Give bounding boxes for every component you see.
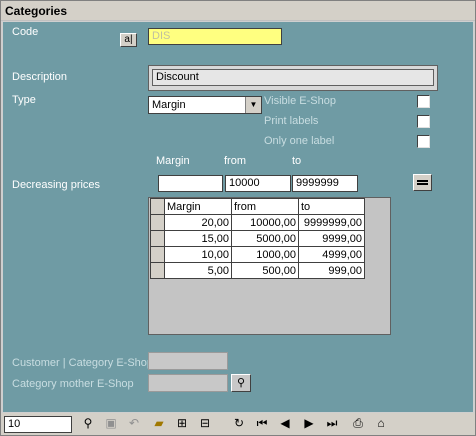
refresh-icon[interactable]: ↻ [228, 415, 250, 434]
cell-from[interactable]: 1000,00 [231, 246, 299, 263]
cell-from[interactable]: 10000,00 [231, 214, 299, 231]
previous-record-icon[interactable]: ◀ [274, 415, 296, 434]
form-panel: Code a| DIS FR NL EN SP IT DE PT Descrip… [3, 22, 473, 412]
print-icon[interactable]: ⎙ [347, 415, 369, 434]
description-field[interactable]: Discount [152, 69, 434, 86]
cell-to[interactable]: 4999,00 [298, 246, 365, 263]
binoculars-icon: ⚲ [236, 377, 246, 389]
last-record-icon[interactable]: ⏭ [321, 415, 343, 434]
visible-eshop-checkbox[interactable] [417, 95, 430, 108]
visible-eshop-label: Visible E-Shop [264, 95, 336, 107]
code-label: Code [12, 26, 39, 38]
type-label: Type [12, 94, 36, 106]
row-selector[interactable] [150, 246, 165, 263]
customer-category-label: Customer | Category E-Shop [12, 357, 154, 369]
cell-margin[interactable]: 15,00 [164, 230, 232, 247]
delete-record-icon[interactable]: ⊟ [194, 415, 216, 434]
column-header-from[interactable]: from [231, 198, 299, 215]
row-selector[interactable] [150, 230, 165, 247]
new-record-icon[interactable]: ⊞ [171, 415, 193, 434]
cell-to[interactable]: 9999999,00 [298, 214, 365, 231]
code-field[interactable]: DIS [148, 28, 282, 45]
price-table: Margin from to 20,00 10000,00 9999999,00… [150, 198, 365, 279]
row-selector[interactable] [150, 262, 165, 279]
cell-margin[interactable]: 10,00 [164, 246, 232, 263]
open-folder-icon[interactable]: ▰ [148, 415, 170, 434]
type-select[interactable]: Margin ▼ [148, 96, 262, 114]
only-one-label-checkbox[interactable] [417, 135, 430, 148]
new-margin-field[interactable] [158, 175, 223, 192]
save-icon[interactable]: ▣ [100, 415, 122, 434]
to-column-label: to [292, 155, 302, 167]
column-header-margin[interactable]: Margin [164, 198, 232, 215]
table-row[interactable]: 20,00 10000,00 9999999,00 [150, 214, 365, 231]
type-value: Margin [152, 99, 186, 111]
table-row[interactable]: 10,00 1000,00 4999,00 [150, 246, 365, 263]
new-from-field[interactable]: 10000 [225, 175, 291, 192]
cell-to[interactable]: 999,00 [298, 262, 365, 279]
price-grid: Margin from to 20,00 10000,00 9999999,00… [148, 197, 391, 335]
categories-window: Categories Code a| DIS FR NL EN SP IT DE… [0, 0, 476, 436]
decreasing-prices-label: Decreasing prices [12, 179, 101, 191]
chevron-down-icon[interactable]: ▼ [245, 97, 261, 113]
category-mother-search-button[interactable]: ⚲ [231, 374, 251, 392]
record-toolbar: 10 ⚲ ▣ ↶ ▰ ⊞ ⊟ ↻ ⏮ ◀ ▶ ⏭ ⎙ ⌂ [1, 413, 475, 435]
cell-from[interactable]: 500,00 [231, 262, 299, 279]
print-labels-checkbox[interactable] [417, 115, 430, 128]
cell-margin[interactable]: 5,00 [164, 262, 232, 279]
column-header-to[interactable]: to [298, 198, 365, 215]
margin-column-label: Margin [156, 155, 190, 167]
table-header-row: Margin from to [150, 198, 365, 215]
row-selector[interactable] [150, 214, 165, 231]
add-price-row-button[interactable] [413, 174, 432, 191]
first-record-icon[interactable]: ⏮ [251, 415, 273, 434]
undo-icon[interactable]: ↶ [123, 415, 145, 434]
description-box: Discount [148, 65, 438, 91]
only-one-label-label: Only one label [264, 135, 335, 147]
cell-from[interactable]: 5000,00 [231, 230, 299, 247]
cell-margin[interactable]: 20,00 [164, 214, 232, 231]
description-label: Description [12, 71, 68, 83]
print-labels-label: Print labels [264, 115, 319, 127]
new-to-field[interactable]: 9999999 [292, 175, 358, 192]
table-row[interactable]: 15,00 5000,00 9999,00 [150, 230, 365, 247]
row-selector [150, 198, 165, 215]
table-row[interactable]: 5,00 500,00 999,00 [150, 262, 365, 279]
next-record-icon[interactable]: ▶ [298, 415, 320, 434]
from-column-label: from [224, 155, 246, 167]
customer-category-field[interactable] [148, 352, 228, 370]
category-mother-label: Category mother E-Shop [12, 378, 134, 390]
record-number-field[interactable]: 10 [4, 416, 72, 433]
binoculars-icon[interactable]: ⚲ [77, 415, 99, 434]
cell-to[interactable]: 9999,00 [298, 230, 365, 247]
list-icon [417, 180, 428, 185]
category-mother-field[interactable] [148, 374, 228, 392]
window-title: Categories [1, 1, 475, 21]
code-format-button[interactable]: a| [120, 33, 137, 47]
home-icon[interactable]: ⌂ [370, 415, 392, 434]
